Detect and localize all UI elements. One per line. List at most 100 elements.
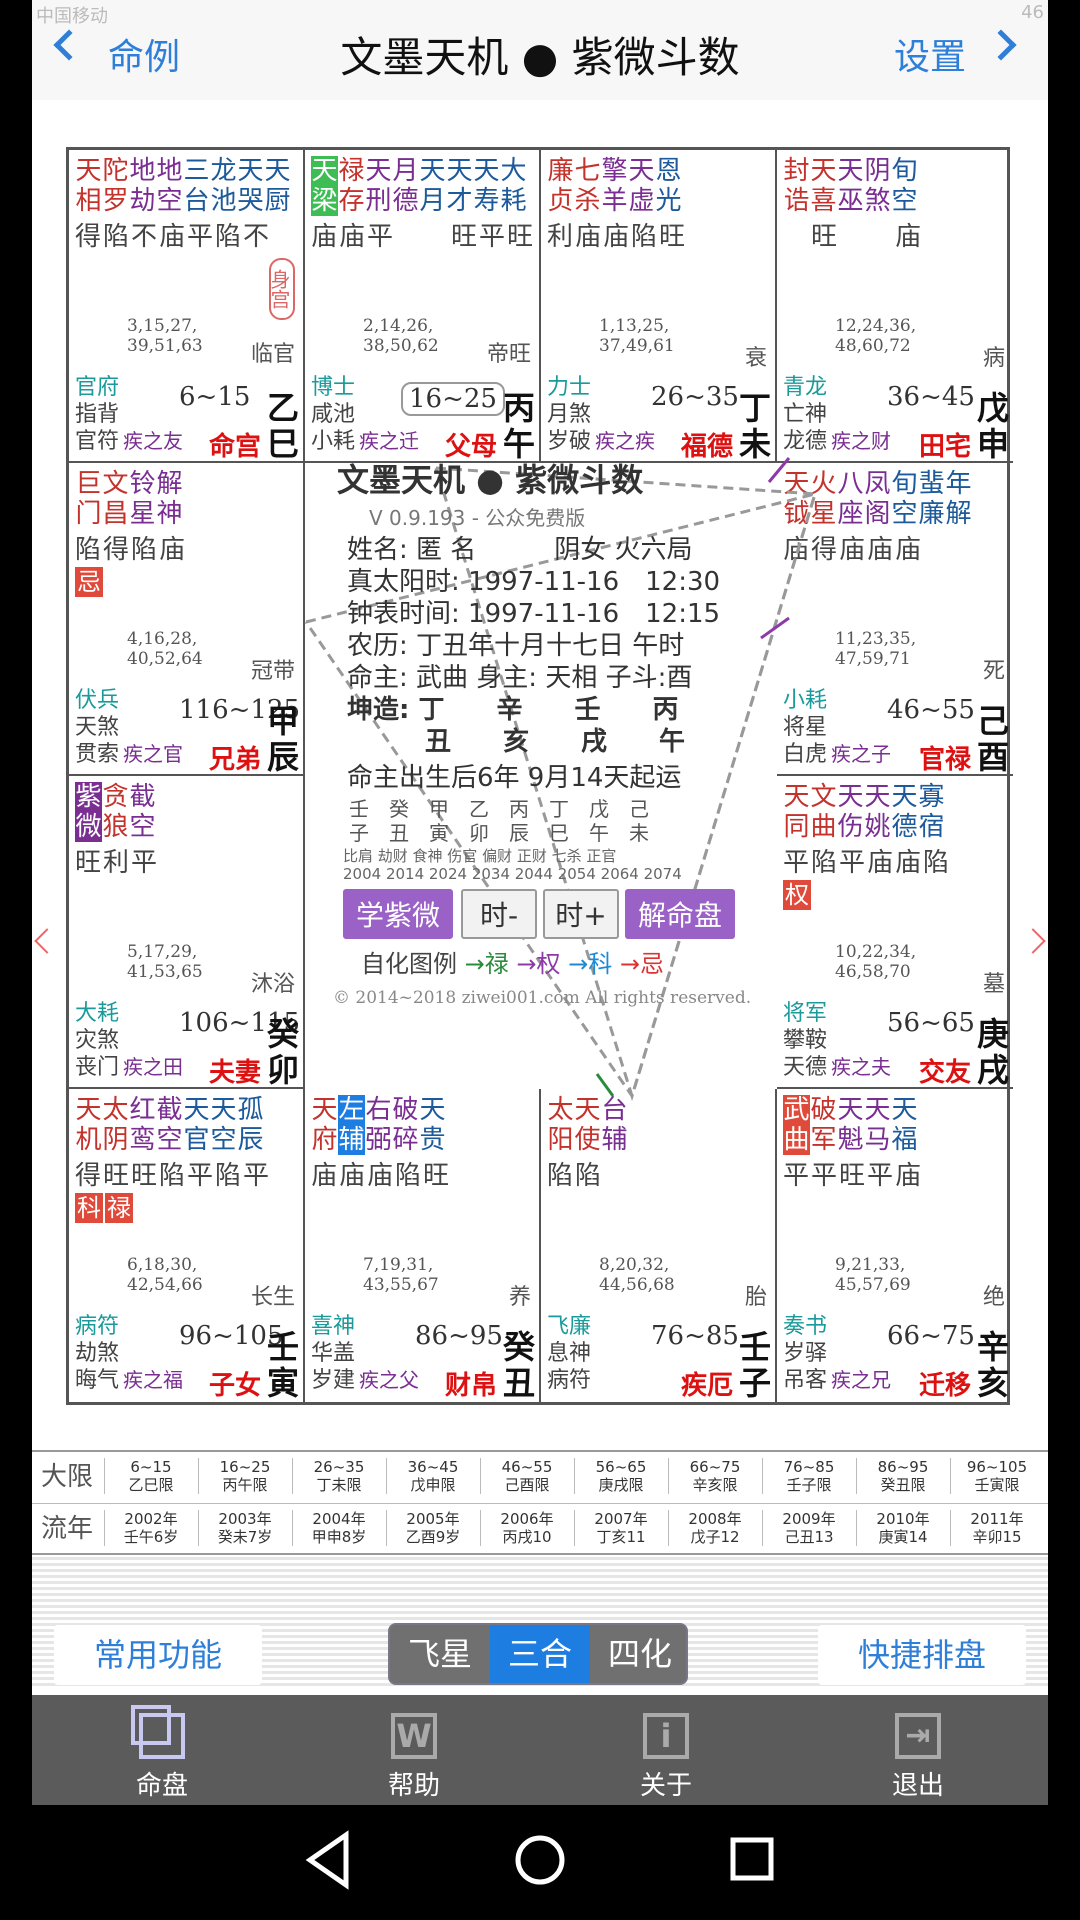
daxian-cell[interactable]: 26~35 丁未限: [292, 1458, 385, 1494]
nav-about[interactable]: i 关于: [566, 1713, 766, 1802]
info-icon: i: [643, 1713, 689, 1759]
daxian-cell[interactable]: 86~95 癸丑限: [856, 1458, 949, 1494]
dayun-stems: 壬 癸 甲 乙 丙 丁 戊 己: [349, 797, 649, 821]
explain-chart-button[interactable]: 解命盘: [625, 889, 735, 939]
god-row-3: 天德 疾之夫: [783, 1054, 891, 1081]
hour-minus-button[interactable]: 时-: [461, 889, 537, 939]
star-char: 铃: [129, 469, 156, 499]
settings-button[interactable]: 设置: [894, 28, 966, 80]
star-char: 廉: [547, 156, 574, 186]
stem: 癸: [503, 1328, 536, 1366]
star-char: 文: [102, 469, 129, 499]
daxian-cell[interactable]: 46~55 己酉限: [480, 1458, 573, 1494]
liunian-cell[interactable]: 2005年 乙酉9岁: [386, 1510, 479, 1546]
palace-name: 迁移: [918, 1371, 971, 1401]
brightness-row: 旺 庙: [783, 222, 924, 252]
star-char: 星: [810, 499, 837, 529]
w-icon: W: [391, 1713, 437, 1759]
star-char: 解: [156, 469, 183, 499]
center-info-panel: 文墨天机 ● 紫微斗数 V 0.9.193 - 公众免费版 姓名: 匿 名 阴女…: [303, 463, 779, 1093]
star-char: 光: [655, 186, 682, 216]
palace-you[interactable]: 天火八凤旬蜚年 钺星座阁空廉解 庙得庙庙庙 11,23,35, 47,59,71 死小耗将…: [777, 463, 1013, 776]
palace-wei[interactable]: 廉七擎天恩 贞杀羊虚光 利庙庙陷旺 1,13,25, 37,49,61 衰力士 月煞 岁破 疾之…: [541, 150, 777, 463]
star-char: 辅: [601, 1125, 628, 1155]
info-name: 姓名: 匿 名 阴女 火六局: [347, 535, 693, 565]
brightness-row: 陷陷: [547, 1161, 604, 1191]
hour-plus-button[interactable]: 时+: [543, 889, 619, 939]
liunian-cell[interactable]: 2003年 癸未7岁: [198, 1510, 291, 1546]
age-years-line: 11,23,35,: [835, 629, 917, 649]
liunian-cell[interactable]: 2009年 己丑13: [762, 1510, 855, 1546]
liunian-cell[interactable]: 2010年 庚寅14: [856, 1510, 949, 1546]
palace-name: 命宫: [208, 432, 261, 462]
star-row-bot: 贞杀羊虚光: [547, 186, 682, 216]
liunian-cell[interactable]: 2008年 戊子12: [668, 1510, 761, 1546]
palace-name: 父母: [444, 432, 497, 462]
daxian-cell[interactable]: 96~105 壬寅限: [950, 1458, 1043, 1494]
age-years-line: 40,52,64: [127, 649, 203, 669]
liunian-cell[interactable]: 2004年 甲申8岁: [292, 1510, 385, 1546]
nav-label-exit: 退出: [891, 1771, 944, 1801]
liunian-cell[interactable]: 2006年 丙戌10: [480, 1510, 573, 1546]
home-circle-icon: [515, 1835, 565, 1885]
palace-hai[interactable]: 武破天天天 曲军魁马福 平平旺平庙 9,21,33, 45,57,69 绝奏书 岁驿 吊客 疾之…: [777, 1089, 1013, 1402]
palace-zi[interactable]: 太天台 阳使辅 陷陷 8,20,32, 44,56,68 胎飞廉 息神 病符 76~85 壬子疾厄: [541, 1089, 777, 1402]
nav-chart[interactable]: 命盘: [62, 1705, 262, 1802]
liunian-cell[interactable]: 2007年 丁亥11: [574, 1510, 667, 1546]
liunian-cell-line: 2008年: [688, 1510, 742, 1528]
learn-ziwei-button[interactable]: 学紫微: [343, 889, 453, 939]
star-char: 天: [837, 1095, 864, 1125]
star-char: 七: [574, 156, 601, 186]
age-years-line: 6,18,30,: [127, 1255, 198, 1275]
star-char: 天: [75, 156, 102, 186]
god-row-3: 贯索 疾之官: [75, 741, 183, 768]
common-functions-button[interactable]: 常用功能: [54, 1625, 262, 1685]
palace-mao[interactable]: 紫贪截 微狼空 旺利平 5,17,29, 41,53,65 沐浴 大耗 灾煞 丧门 疾之田 106~…: [69, 776, 305, 1089]
daxian-cell[interactable]: 16~25 丙午限: [198, 1458, 291, 1494]
god-row-3: 官符 疾之友: [75, 428, 183, 455]
palace-shen[interactable]: 封天天阴旬 诰喜巫煞空 旺 庙 12,24,36, 48,60,72 病青龙 亡神 龙德 疾之…: [777, 150, 1013, 463]
star-char: 紫: [75, 782, 102, 812]
god-3: 岁建: [311, 1368, 356, 1393]
nav-help[interactable]: W 帮助: [314, 1713, 514, 1802]
age-years-line: 4,16,28,: [127, 629, 198, 649]
daxian-cell-line: 6~15: [130, 1458, 172, 1476]
palace-chou[interactable]: 天左右破天 府辅弼碎贵 庙庙庙陷旺 7,19,31, 43,55,67 养喜神 华盖 岁建 疾之…: [305, 1089, 541, 1402]
star-row-top: 天禄天月天天天大: [311, 156, 527, 186]
daxian-cell[interactable]: 76~85 壬子限: [762, 1458, 855, 1494]
stem: 癸: [267, 1015, 300, 1053]
star-char: 罗: [102, 186, 129, 216]
daxian-cell[interactable]: 56~65 庚戌限: [574, 1458, 667, 1494]
segment-feixing[interactable]: 飞星: [390, 1625, 490, 1683]
liunian-cell-line: 2009年: [782, 1510, 836, 1528]
palace-yin[interactable]: 天太红截天天孤 机阴鸾空官空辰 得旺旺陷平陷平科禄 6,18,30, 42,54,66 长…: [69, 1089, 305, 1402]
star-char: 巨: [75, 469, 102, 499]
daxian-cell[interactable]: 36~45 戊申限: [386, 1458, 479, 1494]
god-2: 岁驿: [783, 1341, 828, 1366]
star-row-bot: 诰喜巫煞空: [783, 186, 918, 216]
star-char: 八: [837, 469, 864, 499]
liunian-cell[interactable]: 2002年 壬午6岁: [104, 1510, 197, 1546]
liunian-cell[interactable]: 2011年 辛卯15: [950, 1510, 1043, 1546]
nav-exit[interactable]: ⇥ 退出: [818, 1713, 1018, 1802]
daxian-cell[interactable]: 66~75 辛亥限: [668, 1458, 761, 1494]
sub-palace: 疾之兄: [831, 1368, 892, 1392]
daxian-cell[interactable]: 6~15 乙巳限: [104, 1458, 197, 1494]
quick-chart-button[interactable]: 快捷排盘: [818, 1625, 1026, 1685]
star-char: 天: [264, 156, 291, 186]
segment-sihua[interactable]: 四化: [590, 1625, 686, 1683]
star-char: 天: [446, 156, 473, 186]
stem: 戊: [977, 389, 1010, 427]
age-years-line: 42,54,66: [127, 1275, 203, 1295]
age-years-line: 8,20,32,: [599, 1255, 670, 1275]
god-3: 晦气: [75, 1368, 120, 1393]
destiny-chart: 天陀地地三龙天天 相罗劫空台池哭厨 得陷不庙平陷不 身宫 3,15,27, 39,51,6…: [66, 147, 1013, 1405]
stem: 壬: [267, 1328, 300, 1366]
star-char: 府: [311, 1125, 338, 1155]
palace-wu[interactable]: 天禄天月天天天大 梁存刑德月才寿耗 庙庙平 旺平旺 2,14,26, 38,50,62 帝…: [305, 150, 541, 463]
palace-chen[interactable]: 巨文铃解 门昌星神 陷得陷庙忌 4,16,28, 40,52,64 冠带 伏兵 天煞 贯索 疾之官…: [69, 463, 305, 776]
palace-xu[interactable]: 天文天天天寡 同曲伤姚德宿 平陷平庙庙陷权 10,22,34, 46,58,70 墓将军攀…: [777, 776, 1013, 1089]
palace-si[interactable]: 天陀地地三龙天天 相罗劫空台池哭厨 得陷不庙平陷不 身宫 3,15,27, 39,51,6…: [69, 150, 305, 463]
segment-sanhe[interactable]: 三合: [490, 1625, 590, 1683]
sihua-tags: 科禄: [75, 1193, 135, 1223]
